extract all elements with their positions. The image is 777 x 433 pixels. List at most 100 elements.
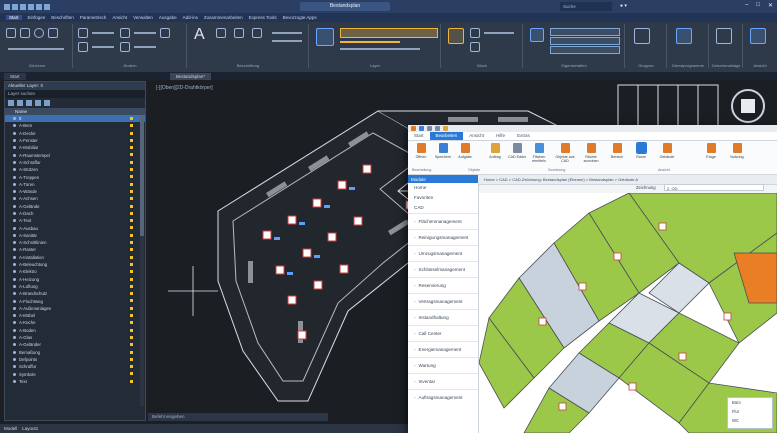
- layer-visibility-icon[interactable]: [13, 306, 16, 310]
- redo-icon[interactable]: [435, 126, 440, 131]
- layer-visibility-icon[interactable]: [13, 175, 16, 179]
- layer-row[interactable]: Symbole: [5, 370, 145, 377]
- layer-row[interactable]: A-Möbel: [5, 312, 145, 319]
- nav-item[interactable]: CAD: [408, 203, 478, 213]
- breadcrumb[interactable]: Home > CAD > CAD-Zeichnung: Bestandsplan…: [478, 177, 638, 182]
- tab-layout1[interactable]: Layout1: [22, 426, 38, 431]
- layer-color-swatch[interactable]: [130, 292, 133, 296]
- layer-column-header[interactable]: Name: [5, 108, 145, 115]
- layer-color-swatch[interactable]: [130, 350, 133, 354]
- color-dropdown[interactable]: [550, 28, 620, 36]
- ribbon-tab-view[interactable]: Ansicht: [463, 132, 490, 140]
- layer-row[interactable]: A-Treppen: [5, 173, 145, 180]
- nav-section[interactable]: Umzugsmanagement: [408, 245, 478, 261]
- layer-color-swatch[interactable]: [130, 219, 133, 223]
- match-properties-icon[interactable]: [530, 28, 544, 42]
- layer-row[interactable]: A-Wände: [5, 188, 145, 195]
- layer-row[interactable]: A-Stützen: [5, 166, 145, 173]
- ribbon-button[interactable]: Öffnen: [410, 143, 432, 159]
- view-icon[interactable]: [750, 28, 766, 44]
- nav-section[interactable]: Call Center: [408, 325, 478, 341]
- layer-row[interactable]: A-Text: [5, 217, 145, 224]
- layer-color-swatch[interactable]: [130, 189, 133, 193]
- maximize-icon[interactable]: □: [756, 2, 760, 9]
- layer-color-swatch[interactable]: [130, 328, 133, 332]
- layer-row[interactable]: A-Außenanlagen: [5, 305, 145, 312]
- layer-visibility-icon[interactable]: [13, 365, 16, 369]
- layer-visibility-icon[interactable]: [13, 197, 16, 201]
- ribbon-button[interactable]: Gebäude: [656, 143, 678, 159]
- layer-color-swatch[interactable]: [130, 175, 133, 179]
- layer-dropdown[interactable]: [340, 28, 438, 38]
- layer-row[interactable]: A-Fenster: [5, 137, 145, 144]
- layer-color-swatch[interactable]: [130, 372, 133, 376]
- ribbon-button[interactable]: Raum: [630, 142, 652, 159]
- search-input[interactable]: Suche: [560, 2, 612, 11]
- table-icon[interactable]: [252, 28, 262, 38]
- layer-visibility-icon[interactable]: [13, 182, 16, 186]
- quick-access-toolbar[interactable]: [0, 3, 50, 10]
- nav-section[interactable]: Schlüsselmanagement: [408, 261, 478, 277]
- layer-color-swatch[interactable]: [130, 321, 133, 325]
- layer-row[interactable]: A-Beleuchtung: [5, 261, 145, 268]
- layer-color-swatch[interactable]: [130, 138, 133, 142]
- layer-visibility-icon[interactable]: [13, 336, 16, 340]
- circle-icon[interactable]: [34, 28, 44, 38]
- layer-color-swatch[interactable]: [130, 284, 133, 288]
- nav-section[interactable]: Flächenmanagement: [408, 213, 478, 229]
- layer-row[interactable]: A-Dach: [5, 210, 145, 217]
- undo-icon[interactable]: [427, 126, 432, 131]
- layer-visibility-icon[interactable]: [13, 292, 16, 296]
- ribbon-tab-help[interactable]: Hilfe: [490, 132, 511, 140]
- layer-visibility-icon[interactable]: [13, 124, 16, 128]
- layer-row[interactable]: A-Raumstempel: [5, 151, 145, 158]
- ribbon-tab-start[interactable]: Start: [408, 132, 430, 140]
- layer-color-swatch[interactable]: [130, 277, 133, 281]
- tab-start[interactable]: Start: [4, 73, 26, 80]
- ribbon-tab-start[interactable]: Start: [6, 15, 22, 20]
- refresh-icon[interactable]: [35, 100, 41, 106]
- layer-color-swatch[interactable]: [130, 248, 133, 252]
- layer-visibility-icon[interactable]: [13, 226, 16, 230]
- ribbon-tab-parametric[interactable]: Parametrisch: [80, 15, 107, 20]
- polyline-icon[interactable]: [20, 28, 30, 38]
- layer-row[interactable]: Text: [5, 378, 145, 385]
- layer-color-swatch[interactable]: [130, 197, 133, 201]
- ribbon-tab-edit[interactable]: Bearbeiten: [429, 132, 464, 140]
- layer-row[interactable]: A-Schraffur: [5, 159, 145, 166]
- layer-visibility-icon[interactable]: [13, 263, 16, 267]
- dimension-icon[interactable]: [216, 28, 226, 38]
- save-icon[interactable]: [419, 126, 424, 131]
- ribbon-button[interactable]: Räume zuordnen: [580, 143, 602, 163]
- tab-model[interactable]: Modell: [4, 426, 17, 431]
- linetype-dropdown[interactable]: [550, 37, 620, 45]
- layer-color-swatch[interactable]: [130, 124, 133, 128]
- layer-visibility-icon[interactable]: [13, 343, 16, 347]
- redo-icon[interactable]: [44, 3, 50, 10]
- layer-row[interactable]: A-Brandschutz: [5, 290, 145, 297]
- print-icon[interactable]: [28, 3, 34, 10]
- tab-drawing[interactable]: Bestandsplan*: [170, 73, 212, 80]
- layer-visibility-icon[interactable]: [13, 314, 16, 318]
- layer-color-swatch[interactable]: [130, 168, 133, 172]
- layer-visibility-icon[interactable]: [13, 277, 16, 281]
- drawing-select[interactable]: 2. OG: [664, 184, 764, 191]
- layer-row[interactable]: A-Geländer: [5, 341, 145, 348]
- nav-section[interactable]: Reinigungsmanagement: [408, 229, 478, 245]
- nav-item[interactable]: Favoriten: [408, 193, 478, 203]
- layer-visibility-icon[interactable]: [13, 321, 16, 325]
- paste-icon[interactable]: [716, 28, 732, 44]
- layer-row[interactable]: A-Gelände: [5, 203, 145, 210]
- mirror-icon[interactable]: [120, 42, 130, 52]
- nav-section[interactable]: Energiemanagement: [408, 341, 478, 357]
- move-icon[interactable]: [78, 28, 88, 38]
- set-current-icon[interactable]: [26, 100, 32, 106]
- layer-visibility-icon[interactable]: [13, 328, 16, 332]
- layer-visibility-icon[interactable]: [13, 139, 16, 143]
- layer-color-swatch[interactable]: [130, 241, 133, 245]
- new-layer-icon[interactable]: [8, 100, 14, 106]
- ribbon-button[interactable]: Flächen ermitteln: [528, 143, 550, 163]
- user-account-icon[interactable]: ● ▾: [620, 2, 627, 11]
- nav-item[interactable]: Home: [408, 183, 478, 193]
- layer-row[interactable]: A-Achsen: [5, 195, 145, 202]
